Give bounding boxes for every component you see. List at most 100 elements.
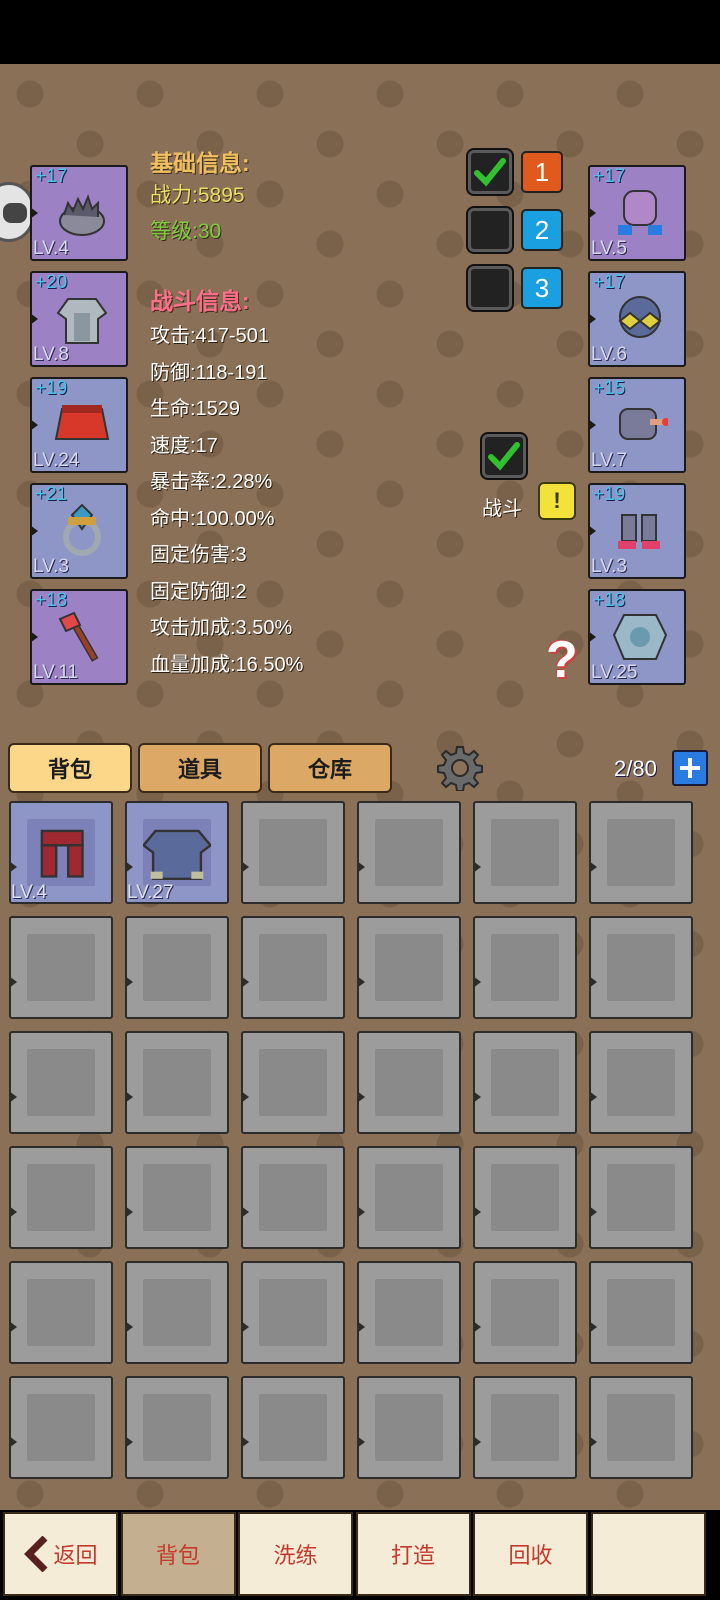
stat-line: 固定伤害:3: [150, 544, 247, 566]
armor-icon: [54, 291, 110, 347]
inventory-slot-empty[interactable]: [125, 1031, 229, 1134]
nav-recycle[interactable]: 回收: [473, 1512, 588, 1596]
nav-refine[interactable]: 洗练: [238, 1512, 353, 1596]
stat-line: 攻击加成:3.50%: [150, 617, 293, 639]
tab-items[interactable]: 道具: [138, 743, 262, 793]
stat-line: 速度:17: [150, 434, 218, 457]
alert-button[interactable]: !: [538, 482, 576, 520]
battle-checkbox[interactable]: [482, 434, 526, 478]
inventory-slot-empty[interactable]: [9, 1376, 113, 1479]
inventory-slot-empty[interactable]: [125, 1376, 229, 1479]
inventory-slot-empty[interactable]: [241, 916, 345, 1019]
equipment-slot-helmet[interactable]: +17 LV.4: [30, 165, 128, 261]
preset-checkbox-2[interactable]: [468, 208, 512, 252]
expand-capacity-button[interactable]: [672, 750, 708, 786]
basic-info-title: 基础信息:: [150, 150, 250, 176]
ring-icon: [54, 503, 110, 559]
inventory-slot-empty[interactable]: [589, 1376, 693, 1479]
preset-checkbox-3[interactable]: [468, 266, 512, 310]
item-level: LV.11: [33, 662, 79, 683]
inventory-slot-empty[interactable]: [125, 1261, 229, 1364]
inventory-slot-empty[interactable]: [357, 801, 461, 904]
inventory-slot-empty[interactable]: [357, 1376, 461, 1479]
equipment-slot-gem-charm[interactable]: +18 LV.25: [588, 589, 686, 685]
inventory-slot-empty[interactable]: [9, 1261, 113, 1364]
equipment-slot-ring[interactable]: +21 LV.3: [30, 483, 128, 579]
preset-button-3[interactable]: 3: [521, 267, 563, 309]
inventory-slot-empty[interactable]: [589, 1031, 693, 1134]
helmet-icon: [54, 185, 110, 241]
inventory-slot-empty[interactable]: [9, 916, 113, 1019]
inventory-slot-empty[interactable]: [125, 916, 229, 1019]
preset-button-2[interactable]: 2: [521, 209, 563, 251]
equipment-slot-goggles[interactable]: +17 LV.6: [588, 271, 686, 367]
equipment-slot-armor[interactable]: +20 LV.8: [30, 271, 128, 367]
game-screen: +17 LV.4 +20 LV.8 +19 LV.24 +21 LV.3 +18 LV.11 +1…: [0, 64, 720, 1510]
enhance-level: +18: [593, 590, 626, 611]
inventory-item-shirt[interactable]: LV.27: [125, 801, 229, 904]
inventory-slot-empty[interactable]: [473, 1376, 577, 1479]
nav-label: 打造: [390, 1543, 435, 1568]
item-level: LV.5: [591, 238, 627, 259]
back-button[interactable]: 返回: [3, 1512, 118, 1596]
inventory-slot-empty[interactable]: [241, 1261, 345, 1364]
inventory-slot-empty[interactable]: [9, 1146, 113, 1249]
equipment-slot-boots[interactable]: +19 LV.3: [588, 483, 686, 579]
item-level: LV.25: [591, 662, 638, 683]
inventory-slot-empty[interactable]: [589, 916, 693, 1019]
item-level: LV.24: [33, 450, 80, 471]
help-button[interactable]: ?: [546, 630, 578, 690]
inventory-slot-empty[interactable]: [241, 1146, 345, 1249]
inventory-slot-empty[interactable]: [241, 1376, 345, 1479]
inventory-slot-empty[interactable]: [473, 801, 577, 904]
enhance-level: +15: [593, 378, 626, 399]
goggles-icon: [612, 291, 668, 347]
item-level: LV.27: [127, 882, 174, 903]
inventory-slot-empty[interactable]: [125, 1146, 229, 1249]
nav-forge[interactable]: 打造: [355, 1512, 471, 1596]
enhance-level: +18: [35, 590, 68, 611]
inventory-slot-empty[interactable]: [241, 801, 345, 904]
stat-line: 防御:118-191: [150, 361, 268, 384]
chat-icon: [3, 203, 27, 223]
enhance-level: +17: [593, 166, 626, 187]
back-arrow-icon: [24, 1536, 48, 1572]
power-value: 战力:5895: [150, 184, 245, 207]
tab-warehouse[interactable]: 仓库: [268, 743, 392, 793]
inventory-slot-empty[interactable]: [473, 1031, 577, 1134]
inventory-slot-empty[interactable]: [589, 1261, 693, 1364]
inventory-slot-empty[interactable]: [473, 916, 577, 1019]
nav-bag[interactable]: 背包: [120, 1512, 236, 1596]
settings-gear-icon[interactable]: [437, 745, 483, 791]
nav-label: 背包: [155, 1543, 200, 1568]
equipment-slot-pet[interactable]: +15 LV.7: [588, 377, 686, 473]
nav-label: 回收: [508, 1543, 553, 1568]
inventory-slot-empty[interactable]: [357, 1261, 461, 1364]
inventory-slot-empty[interactable]: [473, 1146, 577, 1249]
equipment-slot-axe-weapon[interactable]: +18 LV.11: [30, 589, 128, 685]
axe-weapon-icon: [54, 609, 110, 665]
preset-checkbox-1[interactable]: [468, 150, 512, 194]
inventory-slot-empty[interactable]: [473, 1261, 577, 1364]
enhance-level: +21: [35, 484, 68, 505]
item-level: LV.4: [11, 882, 47, 903]
inventory-slot-empty[interactable]: [357, 1031, 461, 1134]
item-level: LV.3: [33, 556, 69, 577]
gloves-icon: [612, 185, 668, 241]
inventory-slot-empty[interactable]: [9, 1031, 113, 1134]
inventory-slot-empty[interactable]: [357, 1146, 461, 1249]
tab-bag[interactable]: 背包: [8, 743, 132, 793]
inventory-slot-empty[interactable]: [241, 1031, 345, 1134]
preset-button-1[interactable]: 1: [521, 151, 563, 193]
inventory-slot-empty[interactable]: [357, 916, 461, 1019]
equipment-slot-skirt[interactable]: +19 LV.24: [30, 377, 128, 473]
chat-bubble-button[interactable]: [0, 182, 34, 242]
pet-icon: [612, 397, 670, 453]
item-level: LV.3: [591, 556, 627, 577]
nav-empty[interactable]: [590, 1512, 706, 1596]
inventory-slot-empty[interactable]: [589, 801, 693, 904]
inventory-slot-empty[interactable]: [589, 1146, 693, 1249]
equipment-slot-gloves[interactable]: +17 LV.5: [588, 165, 686, 261]
stat-line: 暴击率:2.28%: [150, 471, 273, 493]
inventory-item-pants[interactable]: LV.4: [9, 801, 113, 904]
